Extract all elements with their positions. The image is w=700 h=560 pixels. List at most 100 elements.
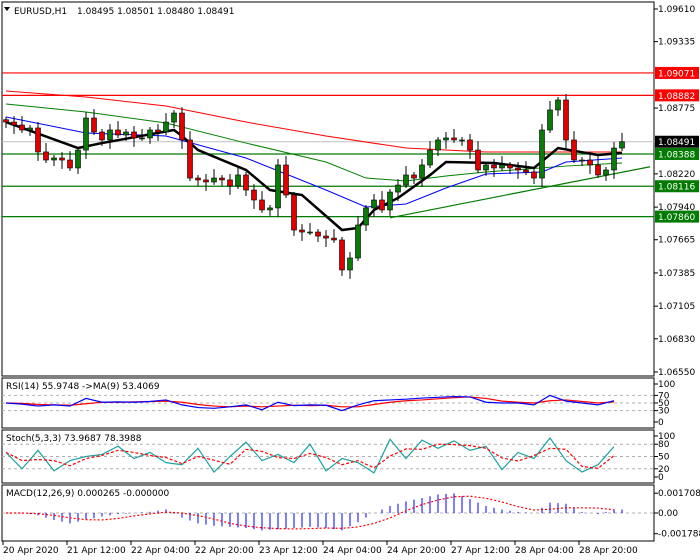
time-label: 20 Apr 2020 [3, 546, 59, 556]
candle-body [579, 159, 585, 162]
candle-body [563, 99, 569, 141]
candle-body [499, 164, 505, 169]
stoch-tick-label: 80 [658, 440, 670, 450]
candle-body [163, 121, 169, 133]
time-label: 24 Apr 04:00 [323, 546, 382, 556]
candle-body [323, 235, 329, 239]
stoch-tick-label: 50 [658, 453, 670, 463]
rsi-tick-label: 0 [658, 418, 664, 428]
candle-body [571, 139, 577, 161]
rsi-panel[interactable]: 1007050300RSI(14) 55.9748 ->MA(9) 53.406… [1, 377, 675, 429]
current-price-label: 1.08491 [658, 138, 695, 148]
stoch-tick-label: 0 [658, 473, 664, 483]
candle-body [35, 127, 41, 153]
candle-body [539, 129, 545, 179]
candle-body [443, 137, 449, 141]
candle-body [515, 167, 521, 171]
candle-body [523, 169, 529, 173]
macd-panel[interactable]: 0.001708 0.00 -0.001788 MACD(12,26,9) 0.000… [1, 484, 700, 542]
candle-body [387, 191, 393, 211]
rsi-title: RSI(14) 55.9748 ->MA(9) 53.4069 [6, 382, 160, 392]
support-level-label: 1.08116 [658, 183, 695, 193]
macd-tick-label: -0.001788 [658, 530, 700, 540]
candle-body [339, 239, 345, 271]
candle [291, 192, 297, 236]
candle-body [83, 117, 89, 151]
ohlc-values: 1.08495 1.08501 1.08480 1.08491 [77, 7, 234, 17]
candle-body [315, 231, 321, 237]
candle-body [331, 237, 337, 241]
symbol-label: EURUSD,H1 [14, 7, 67, 17]
candle [275, 159, 281, 217]
candle-body [259, 199, 265, 211]
time-label: 28 Apr 04:00 [515, 546, 574, 556]
candle-body [115, 129, 121, 136]
candle-body [435, 139, 441, 151]
macd-tick-label: 0.00 [658, 509, 678, 519]
trading-chart[interactable]: 1.096101.093351.087751.082201.079401.076… [0, 0, 700, 560]
candle-body [179, 112, 185, 141]
candle-body [347, 257, 353, 271]
candle-body [147, 129, 153, 139]
candle-body [219, 177, 225, 181]
time-label: 22 Apr 04:00 [131, 546, 190, 556]
candle-body [19, 124, 25, 131]
candle-body [187, 139, 193, 179]
candle [539, 124, 545, 187]
candle-body [139, 137, 145, 140]
candle-body [363, 207, 369, 226]
candle-body [419, 164, 425, 179]
chart-header: EURUSD,H1 1.08495 1.08501 1.08480 1.0849… [4, 7, 234, 17]
candle-body [51, 157, 57, 161]
candle-body [251, 189, 257, 201]
candle-body [587, 159, 593, 166]
candle-body [603, 169, 609, 176]
price-tick-label: 1.08775 [658, 104, 695, 114]
candle-body [123, 131, 129, 136]
candle-body [403, 174, 409, 186]
resistance-level-label: 1.09071 [658, 69, 695, 79]
candle-body [507, 164, 513, 169]
candle-body [267, 207, 273, 211]
candle-body [427, 149, 433, 166]
price-tick-label: 1.07385 [658, 269, 695, 279]
candle-body [379, 199, 385, 211]
support-level-label: 1.07860 [658, 213, 695, 223]
candle-body [611, 147, 617, 171]
price-panel-frame [1, 1, 655, 377]
candle-body [483, 164, 489, 171]
candle-body [371, 199, 377, 209]
price-tick-label: 1.06830 [658, 335, 695, 345]
candle-body [75, 149, 81, 169]
time-axis: 20 Apr 2020 21 Apr 12:00 22 Apr 04:00 22 Ap… [2, 541, 638, 556]
candle-body [243, 174, 249, 191]
price-tick-label: 1.08220 [658, 170, 695, 180]
price-tick-label: 1.07665 [658, 236, 695, 246]
candle-body [203, 179, 209, 183]
rsi-tick-label: 100 [658, 380, 675, 390]
candle-body [67, 159, 73, 169]
candle-body [307, 231, 313, 234]
candle-body [491, 164, 497, 169]
candle-body [107, 129, 113, 141]
candle-body [91, 117, 97, 133]
stoch-panel[interactable]: 1008050200Stoch(5,3,3) 73.9687 78.3988 [1, 429, 675, 484]
resistance-level-label: 1.08882 [658, 92, 695, 102]
candle-body [3, 119, 9, 123]
candle-body [99, 131, 105, 141]
candle-body [11, 121, 17, 126]
candle [339, 237, 345, 276]
candle-body [27, 127, 33, 131]
macd-title: MACD(12,26,9) 0.000265 -0.000000 [6, 489, 169, 499]
candle-body [299, 229, 305, 233]
stoch-title: Stoch(5,3,3) 73.9687 78.3988 [6, 434, 142, 444]
time-label: 24 Apr 20:00 [387, 546, 446, 556]
candle-body [275, 164, 281, 209]
candle-body [155, 129, 161, 133]
time-label: 23 Apr 12:00 [259, 546, 318, 556]
candle-body [211, 177, 217, 183]
price-panel[interactable]: 1.096101.093351.087751.082201.079401.076… [1, 1, 699, 378]
price-tick-label: 1.06550 [658, 368, 695, 378]
candle-body [595, 164, 601, 176]
candle-body [547, 109, 553, 131]
